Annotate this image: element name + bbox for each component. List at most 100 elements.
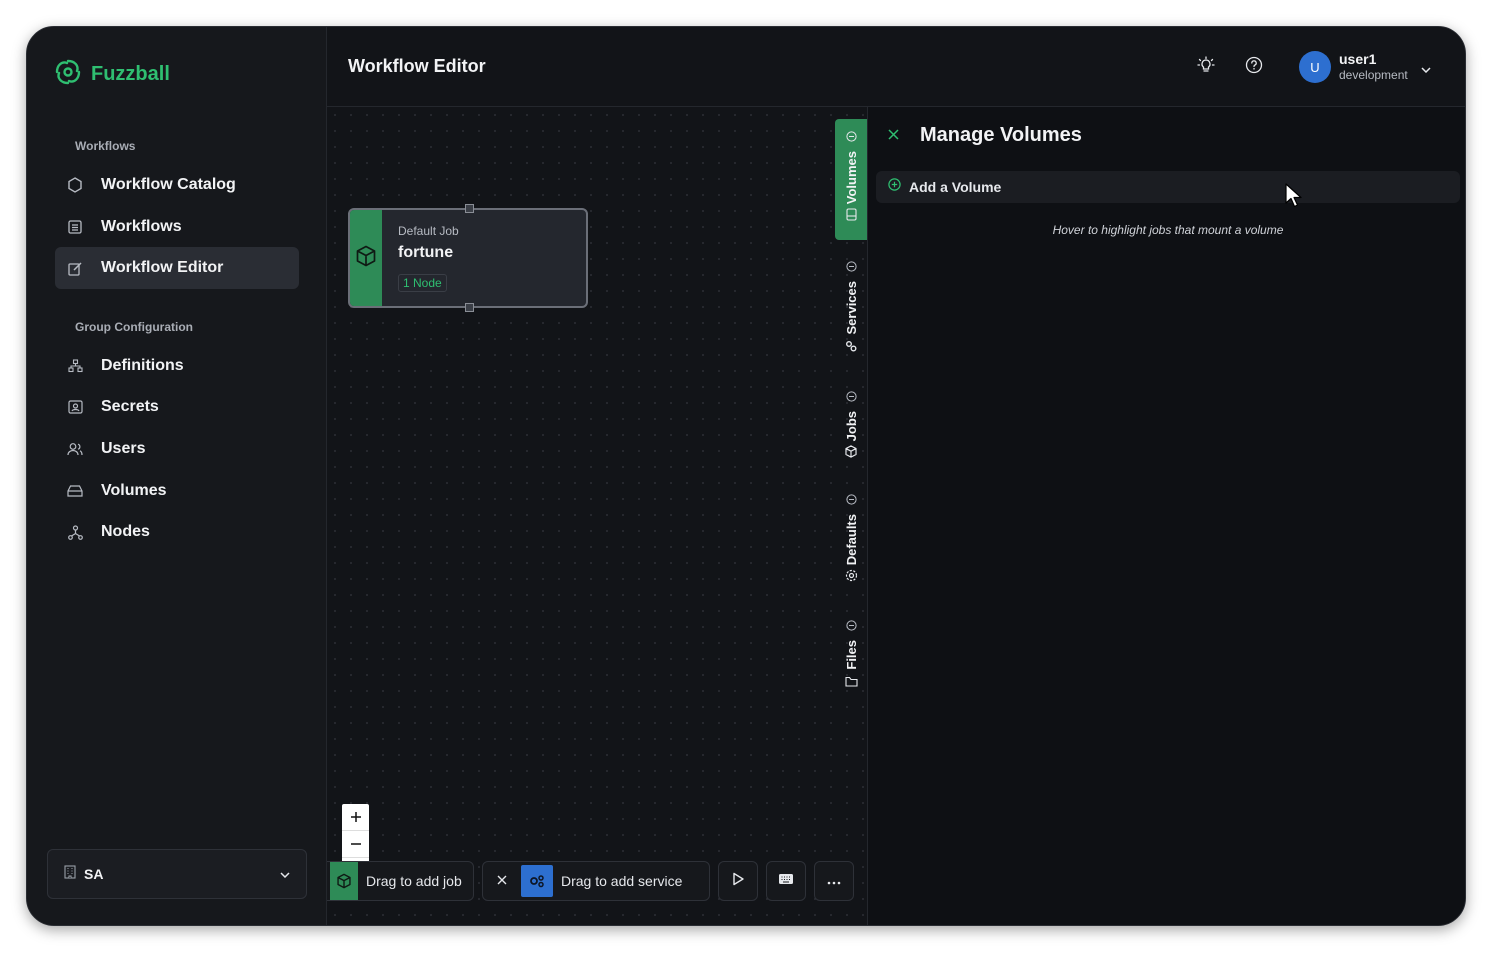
cube-icon xyxy=(845,445,857,463)
zoom-out-button[interactable] xyxy=(342,831,369,858)
add-volume-label: Add a Volume xyxy=(909,179,1002,195)
avatar[interactable]: U xyxy=(1299,51,1331,83)
section-label-group-configuration: Group Configuration xyxy=(75,320,193,334)
job-node-strip xyxy=(350,210,382,306)
sidebar-item-label: Workflow Editor xyxy=(101,259,224,276)
sidebar-item-workflow-catalog[interactable]: Workflow Catalog xyxy=(55,164,299,206)
sidebar-item-label: Workflow Catalog xyxy=(101,176,236,193)
brand-name: Fuzzball xyxy=(91,63,170,85)
tab-label: Files xyxy=(843,640,859,670)
sidebar-item-workflow-editor[interactable]: Workflow Editor xyxy=(55,247,299,289)
minus-icon xyxy=(350,834,362,855)
section-label-workflows: Workflows xyxy=(75,139,136,153)
building-icon xyxy=(64,864,76,884)
gear-icon xyxy=(845,569,858,587)
close-icon[interactable] xyxy=(497,872,507,890)
cube-icon xyxy=(330,862,358,900)
users-icon xyxy=(67,441,83,457)
sidebar-item-workflows[interactable]: Workflows xyxy=(55,206,299,248)
gears-icon xyxy=(521,865,553,897)
gears-icon xyxy=(845,339,857,357)
job-node[interactable]: Default Job fortune 1 Node xyxy=(348,204,588,312)
secret-icon xyxy=(67,399,83,415)
sitemap-icon xyxy=(67,358,83,374)
hexagon-icon xyxy=(67,177,83,193)
tab-label: Volumes xyxy=(843,151,859,205)
node-output-handle[interactable] xyxy=(465,303,474,312)
lightbulb-icon xyxy=(1197,55,1215,79)
play-icon xyxy=(732,872,744,891)
tab-label: Jobs xyxy=(843,411,859,442)
close-panel-button[interactable] xyxy=(888,127,899,145)
sidebar: Fuzzball Workflows Workflow Catalog Work… xyxy=(27,27,327,925)
database-icon xyxy=(845,208,857,226)
mouse-cursor-icon xyxy=(1284,183,1304,214)
collapse-circle-icon xyxy=(845,389,857,407)
ellipsis-icon xyxy=(827,872,841,890)
collapse-circle-icon xyxy=(845,129,857,147)
tab-files[interactable]: Files xyxy=(835,618,867,693)
nodes-icon xyxy=(67,524,83,540)
add-job-label: Drag to add job xyxy=(366,873,462,889)
sidebar-item-label: Secrets xyxy=(101,398,159,415)
collapse-circle-icon xyxy=(845,259,857,277)
manage-volumes-panel: Manage Volumes Add a Volume Hover to hig… xyxy=(867,107,1465,925)
side-tabs: Volumes Services Jobs Defaults Files xyxy=(835,119,867,719)
tab-defaults[interactable]: Defaults xyxy=(835,492,867,590)
tab-services[interactable]: Services xyxy=(835,259,867,359)
sidebar-item-definitions[interactable]: Definitions xyxy=(55,345,299,387)
fuzzball-logo-icon xyxy=(53,57,83,92)
keyboard-icon xyxy=(778,872,794,890)
edit-icon xyxy=(67,260,83,276)
panel-title: Manage Volumes xyxy=(920,124,1082,146)
sidebar-item-label: Nodes xyxy=(101,523,150,540)
user-environment: development xyxy=(1339,68,1408,82)
app-window: Fuzzball Workflows Workflow Catalog Work… xyxy=(26,26,1466,926)
sidebar-item-label: Definitions xyxy=(101,357,184,374)
zoom-in-button[interactable] xyxy=(342,804,369,831)
org-select[interactable]: SA xyxy=(47,849,307,899)
tab-label: Defaults xyxy=(843,514,859,566)
sidebar-item-label: Workflows xyxy=(101,218,182,235)
collapse-circle-icon xyxy=(845,492,857,510)
job-kind: Default Job xyxy=(398,224,459,238)
org-name: SA xyxy=(84,866,104,882)
user-menu-chevron-icon[interactable] xyxy=(1421,60,1431,78)
header: Workflow Editor U user1 development xyxy=(327,27,1465,107)
plus-circle-icon xyxy=(888,178,901,196)
theme-toggle-button[interactable] xyxy=(1195,55,1217,79)
sidebar-item-label: Users xyxy=(101,440,146,457)
node-count-badge: 1 Node xyxy=(398,274,447,292)
workflow-canvas[interactable]: Default Job fortune 1 Node Drag to add j… xyxy=(327,107,867,925)
keyboard-shortcuts-button[interactable] xyxy=(766,861,806,901)
tab-label: Services xyxy=(843,281,859,335)
list-icon xyxy=(67,219,83,235)
collapse-circle-icon xyxy=(845,618,857,636)
tab-volumes[interactable]: Volumes xyxy=(835,119,867,240)
help-button[interactable] xyxy=(1243,56,1265,78)
cube-icon xyxy=(356,245,376,272)
run-button[interactable] xyxy=(718,861,758,901)
drive-icon xyxy=(67,483,83,499)
sidebar-item-label: Volumes xyxy=(101,482,167,499)
job-name: fortune xyxy=(398,244,454,261)
folder-icon xyxy=(844,674,858,692)
page-title: Workflow Editor xyxy=(348,56,486,76)
plus-icon xyxy=(350,807,362,828)
add-volume-button[interactable]: Add a Volume xyxy=(876,171,1460,203)
sidebar-item-nodes[interactable]: Nodes xyxy=(55,511,299,553)
sidebar-item-users[interactable]: Users xyxy=(55,428,299,470)
user-name: user1 xyxy=(1339,51,1377,67)
help-icon xyxy=(1245,56,1263,79)
sidebar-item-secrets[interactable]: Secrets xyxy=(55,386,299,428)
add-service-label: Drag to add service xyxy=(561,873,683,889)
tab-jobs[interactable]: Jobs xyxy=(835,389,867,464)
close-icon xyxy=(888,127,899,144)
brand[interactable]: Fuzzball xyxy=(53,57,170,92)
add-job-button[interactable]: Drag to add job xyxy=(327,861,474,901)
sidebar-item-volumes[interactable]: Volumes xyxy=(55,470,299,512)
node-input-handle[interactable] xyxy=(465,204,474,213)
more-options-button[interactable] xyxy=(814,861,854,901)
add-service-button[interactable]: Drag to add service xyxy=(482,861,710,901)
chevron-down-icon xyxy=(280,865,290,883)
